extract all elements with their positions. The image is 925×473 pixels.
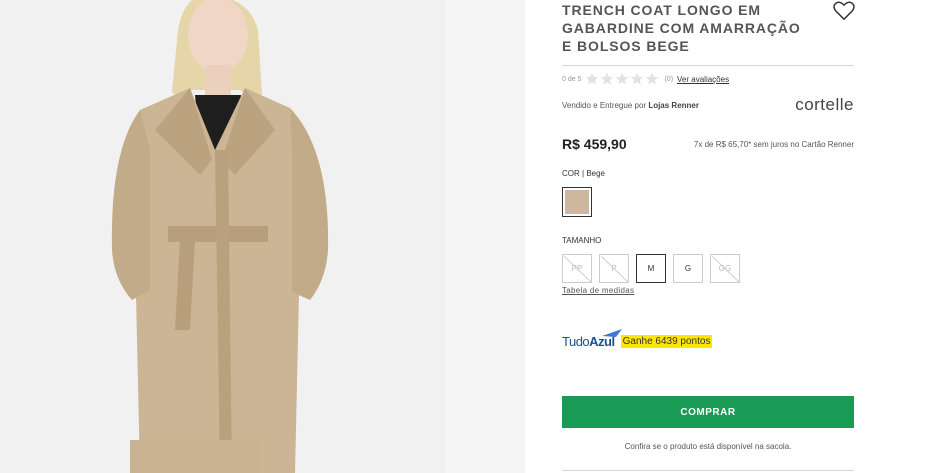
size-table-link[interactable]: Tabela de medidas xyxy=(562,286,634,295)
seller-prefix: Vendido e Entregue por xyxy=(562,101,647,110)
star-icon xyxy=(616,72,629,85)
color-label: COR | Bege xyxy=(562,169,605,178)
product-info-panel: TRENCH COAT LONGO EM GABARDINE COM AMARR… xyxy=(562,0,855,473)
size-option-p[interactable]: P xyxy=(599,254,629,283)
color-label-text: COR xyxy=(562,169,580,178)
divider xyxy=(562,470,854,471)
model-photo xyxy=(0,0,445,473)
product-image[interactable] xyxy=(0,0,445,473)
divider xyxy=(562,65,854,66)
product-title: TRENCH COAT LONGO EM GABARDINE COM AMARR… xyxy=(562,2,801,54)
star-icon xyxy=(586,72,599,85)
star-icon xyxy=(631,72,644,85)
star-icon xyxy=(601,72,614,85)
size-selector: PP P M G GG xyxy=(562,254,747,283)
gallery-next-image[interactable] xyxy=(445,0,525,473)
rating-summary: 0 de 5 (0) Ver avaliações xyxy=(562,71,729,87)
heart-icon[interactable] xyxy=(833,1,855,21)
rating-value: 0 de 5 xyxy=(562,75,582,83)
rating-stars xyxy=(585,72,660,86)
color-swatch-fill xyxy=(565,190,589,214)
see-reviews-link[interactable]: Ver avaliações xyxy=(677,75,729,84)
tudoazul-logo: TudoAzul xyxy=(562,329,622,349)
tudoazul-logo-light: Tudo xyxy=(562,334,590,349)
points-highlight: Ganhe 6439 pontos xyxy=(620,335,713,348)
loyalty-points: TudoAzul Ganhe 6439 pontos xyxy=(562,329,713,349)
product-price: R$ 459,90 xyxy=(562,136,627,152)
size-option-g[interactable]: G xyxy=(673,254,703,283)
seller-name: Lojas Renner xyxy=(648,101,699,110)
buy-button[interactable]: COMPRAR xyxy=(562,396,854,428)
plane-icon xyxy=(602,329,622,337)
color-value: | Bege xyxy=(582,169,605,178)
size-option-pp[interactable]: PP xyxy=(562,254,592,283)
size-option-m[interactable]: M xyxy=(636,254,666,283)
seller-info: Vendido e Entregue por Lojas Renner xyxy=(562,101,699,110)
availability-notice: Confira se o produto está disponível na … xyxy=(624,442,792,451)
installments-info: 7x de R$ 65,70* sem juros no Cartão Renn… xyxy=(693,140,854,149)
size-label: TAMANHO xyxy=(562,236,602,245)
size-option-gg[interactable]: GG xyxy=(710,254,740,283)
rating-count: (0) xyxy=(664,75,674,83)
star-icon xyxy=(646,72,659,85)
color-swatch-bege[interactable] xyxy=(562,187,592,217)
brand-logo[interactable]: cortelle xyxy=(795,95,854,115)
